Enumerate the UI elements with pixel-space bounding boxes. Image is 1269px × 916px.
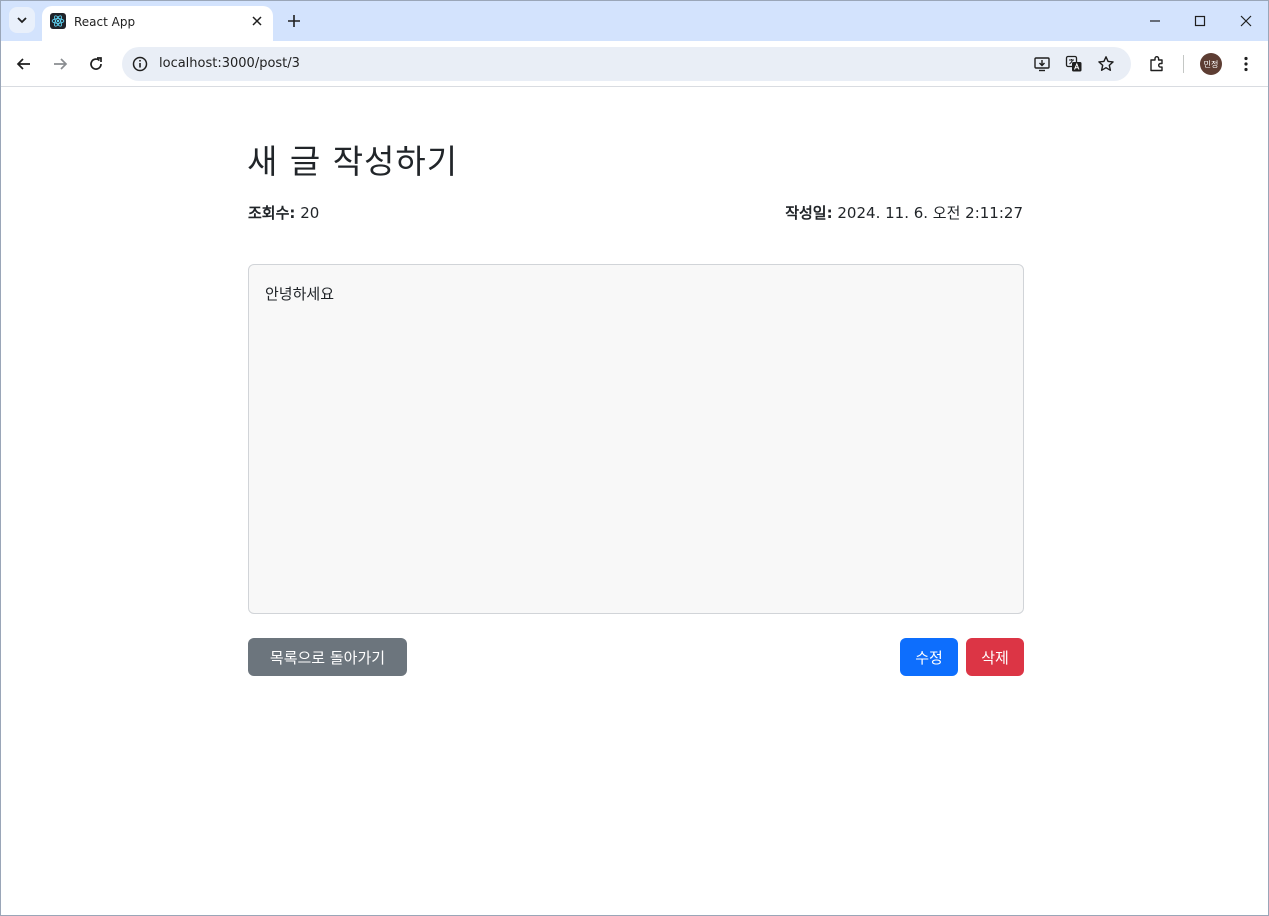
- window-close-button[interactable]: [1231, 7, 1261, 35]
- back-nav-button[interactable]: [10, 50, 38, 78]
- address-bar[interactable]: localhost:3000/post/3: [122, 47, 1131, 81]
- chevron-down-icon: [17, 17, 27, 24]
- created-date-label: 작성일:: [785, 204, 833, 222]
- page-title: 새 글 작성하기: [247, 142, 459, 181]
- toolbar-separator: [1183, 55, 1184, 73]
- forward-nav-button[interactable]: [46, 50, 74, 78]
- new-tab-button[interactable]: [282, 9, 306, 33]
- post-content-text: 안녕하세요: [265, 285, 335, 303]
- edit-button[interactable]: 수정: [900, 638, 958, 676]
- browser-tab-active[interactable]: React App: [42, 6, 273, 41]
- view-count-value: 20: [300, 204, 320, 222]
- extensions-button[interactable]: [1143, 50, 1171, 78]
- info-icon: [132, 56, 148, 72]
- browser-toolbar: localhost:3000/post/3 민정: [1, 41, 1268, 87]
- avatar-initials: 민정: [1203, 59, 1219, 69]
- install-app-button[interactable]: [1030, 52, 1054, 76]
- profile-avatar[interactable]: 민정: [1200, 53, 1222, 75]
- bookmark-button[interactable]: [1094, 52, 1118, 76]
- view-count: 조회수: 20: [248, 202, 319, 223]
- close-icon: [1240, 15, 1252, 27]
- arrow-left-icon: [16, 58, 30, 70]
- translate-icon: [1065, 55, 1082, 72]
- browser-menu-button[interactable]: [1232, 50, 1260, 78]
- view-count-label: 조회수:: [248, 204, 296, 222]
- minimize-button[interactable]: [1140, 7, 1170, 35]
- maximize-icon: [1194, 15, 1206, 27]
- reload-button[interactable]: [82, 50, 110, 78]
- post-content: 안녕하세요: [248, 264, 1024, 614]
- maximize-button[interactable]: [1185, 7, 1215, 35]
- tab-close-button[interactable]: [247, 11, 267, 31]
- close-icon: [252, 16, 262, 26]
- tab-strip: React App: [1, 1, 1268, 41]
- tab-search-button[interactable]: [9, 7, 35, 33]
- reload-icon: [90, 57, 102, 70]
- install-app-icon: [1034, 57, 1050, 72]
- tab-title: React App: [74, 15, 136, 29]
- back-to-list-button[interactable]: 목록으로 돌아가기: [248, 638, 407, 676]
- plus-icon: [288, 15, 300, 27]
- more-vertical-icon: [1244, 56, 1248, 72]
- minimize-icon: [1150, 20, 1160, 22]
- star-icon: [1098, 56, 1114, 71]
- react-logo-icon: [50, 13, 66, 29]
- url-text[interactable]: localhost:3000/post/3: [159, 56, 300, 71]
- translate-button[interactable]: [1062, 52, 1086, 76]
- delete-button[interactable]: 삭제: [966, 638, 1024, 676]
- created-date-value: 2024. 11. 6. 오전 2:11:27: [837, 204, 1023, 222]
- created-date: 작성일: 2024. 11. 6. 오전 2:11:27: [785, 202, 1023, 223]
- site-info-button[interactable]: [128, 52, 152, 76]
- arrow-right-icon: [54, 58, 68, 70]
- puzzle-icon: [1150, 56, 1163, 72]
